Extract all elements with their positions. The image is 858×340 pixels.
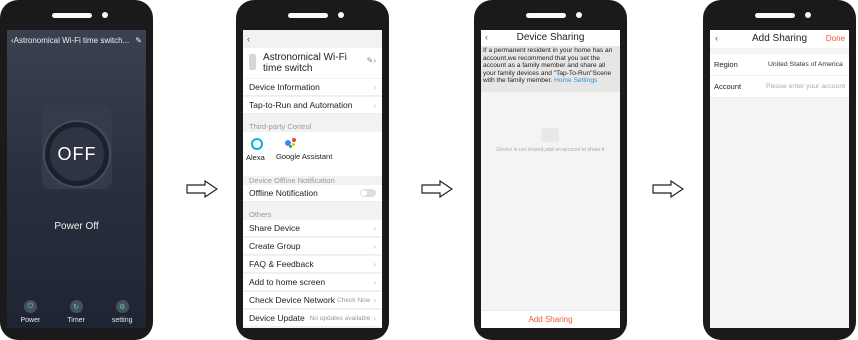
next-arrow-icon (186, 180, 218, 198)
account-input[interactable]: Please enter your account (766, 83, 845, 90)
power-toggle-label: OFF (57, 143, 97, 164)
chevron-right-icon: › (373, 223, 376, 233)
account-field[interactable]: Account Please enter your account (710, 76, 849, 98)
section-title-others: Others (249, 210, 272, 219)
device-thumbnail-icon (249, 54, 256, 70)
camera (338, 12, 344, 18)
chevron-right-icon: › (373, 82, 376, 92)
speaker (288, 13, 328, 18)
phone-frame-2: ‹ Astronomical Wi-Fi time switch ✎› Devi… (236, 0, 389, 340)
camera (576, 12, 582, 18)
edit-icon[interactable]: ✎› (367, 56, 376, 65)
timer-icon: ↻ (69, 300, 83, 313)
power-tab[interactable]: ⏻ Power (20, 300, 40, 324)
menu-item-label: Create Group (249, 241, 301, 251)
next-arrow-icon (421, 180, 453, 198)
offline-notification-label: Offline Notification (249, 188, 318, 198)
add-sharing-button[interactable]: Add Sharing (481, 310, 620, 328)
section-title-offline: Device Offline Notification (249, 176, 335, 185)
back-icon[interactable]: ‹ (247, 34, 250, 44)
menu-item-value: No updates available (309, 314, 371, 322)
menu-item-check-device-network[interactable]: Check Device Network Check Now › (243, 292, 382, 309)
phone-frame-4: ‹ Add Sharing Done Region United States … (703, 0, 856, 340)
chevron-right-icon: › (373, 100, 376, 110)
menu-item-tap-to-run[interactable]: Tap-to-Run and Automation › (243, 97, 382, 114)
alexa-label: Alexa (246, 153, 265, 162)
device-header[interactable]: Astronomical Wi-Fi time switch ✎› (243, 48, 382, 78)
power-toggle-button[interactable]: OFF (45, 122, 109, 186)
empty-share-icon (541, 128, 559, 142)
edit-icon[interactable]: ✎ (135, 36, 142, 45)
menu-item-share-device[interactable]: Share Device › (243, 220, 382, 237)
google-assistant-label: Google Assistant (276, 152, 333, 161)
camera (805, 12, 811, 18)
nav-bar: ‹ Device Sharing (481, 30, 620, 46)
bottom-toolbar: ⏻ Power ↻ Timer ⚙ setting (7, 300, 146, 324)
camera (102, 12, 108, 18)
account-label: Account (714, 82, 742, 91)
section-title-third-party: Third-party Control (249, 122, 312, 131)
offline-notification-row: Offline Notification (243, 185, 382, 202)
settings-icon: ⚙ (115, 300, 129, 313)
sharing-notice: If a permanent resident in your home has… (481, 46, 620, 92)
tutorial-strip: ‹ Astronomical Wi-Fi time switch... ✎ OF… (0, 0, 858, 340)
offline-notification-toggle[interactable] (360, 189, 376, 197)
menu-item-faq-feedback[interactable]: FAQ & Feedback › (243, 256, 382, 273)
device-name: Astronomical Wi-Fi time switch (263, 52, 347, 74)
menu-item-device-update[interactable]: Device Update No updates available › (243, 310, 382, 327)
speaker (755, 13, 795, 18)
device-control-screen: ‹ Astronomical Wi-Fi time switch... ✎ OF… (7, 30, 146, 328)
speaker (52, 13, 92, 18)
next-arrow-icon (652, 180, 684, 198)
device-sharing-screen: ‹ Device Sharing If a permanent resident… (481, 30, 620, 328)
chevron-right-icon: › (373, 313, 376, 323)
setting-tab-label: setting (111, 317, 133, 324)
power-status: Power Off (54, 221, 99, 232)
menu-item-label: Device Information (249, 82, 320, 92)
alexa-icon[interactable] (251, 138, 263, 150)
chevron-right-icon: › (373, 277, 376, 287)
menu-item-add-to-home-screen[interactable]: Add to home screen › (243, 274, 382, 291)
menu-item-label: Tap-to-Run and Automation (249, 100, 353, 110)
menu-item-label: Device Update (249, 313, 305, 323)
menu-item-create-group[interactable]: Create Group › (243, 238, 382, 255)
device-title: Astronomical Wi-Fi time switch... (13, 36, 130, 45)
setting-tab[interactable]: ⚙ setting (111, 300, 133, 324)
phone-frame-3: ‹ Device Sharing If a permanent resident… (474, 0, 627, 340)
chevron-right-icon: › (373, 295, 376, 305)
region-field[interactable]: Region United States of America (710, 54, 849, 76)
device-settings-screen: ‹ Astronomical Wi-Fi time switch ✎› Devi… (243, 30, 382, 328)
chevron-right-icon: › (373, 259, 376, 269)
menu-item-label: Check Device Network (249, 295, 335, 305)
power-tab-label: Power (20, 317, 41, 324)
speaker (526, 13, 566, 18)
menu-item-label: Add to home screen (249, 277, 326, 287)
timer-tab[interactable]: ↻ Timer (67, 300, 85, 324)
chevron-right-icon: › (373, 241, 376, 251)
menu-item-label: FAQ & Feedback (249, 259, 314, 269)
menu-item-label: Share Device (249, 223, 301, 233)
menu-item-device-information[interactable]: Device Information › (243, 79, 382, 96)
add-sharing-screen: ‹ Add Sharing Done Region United States … (710, 30, 849, 328)
region-label: Region (714, 60, 738, 69)
menu-item-value: Check Now (337, 296, 371, 304)
done-button[interactable]: Done (826, 34, 845, 43)
region-value: United States of America (768, 61, 843, 68)
phone-frame-1: ‹ Astronomical Wi-Fi time switch... ✎ OF… (0, 0, 153, 340)
empty-state-text: Device is not shared,add an account to s… (496, 147, 605, 153)
top-bar: ‹ Astronomical Wi-Fi time switch... ✎ (11, 36, 142, 45)
page-title: Device Sharing (516, 32, 585, 43)
timer-tab-label: Timer (67, 317, 85, 324)
power-icon: ⏻ (23, 300, 37, 313)
home-settings-link[interactable]: Home Settings (554, 77, 597, 84)
nav-bar: ‹ Add Sharing Done (710, 30, 849, 48)
third-party-panel: Alexa Google Assistant (243, 132, 382, 176)
